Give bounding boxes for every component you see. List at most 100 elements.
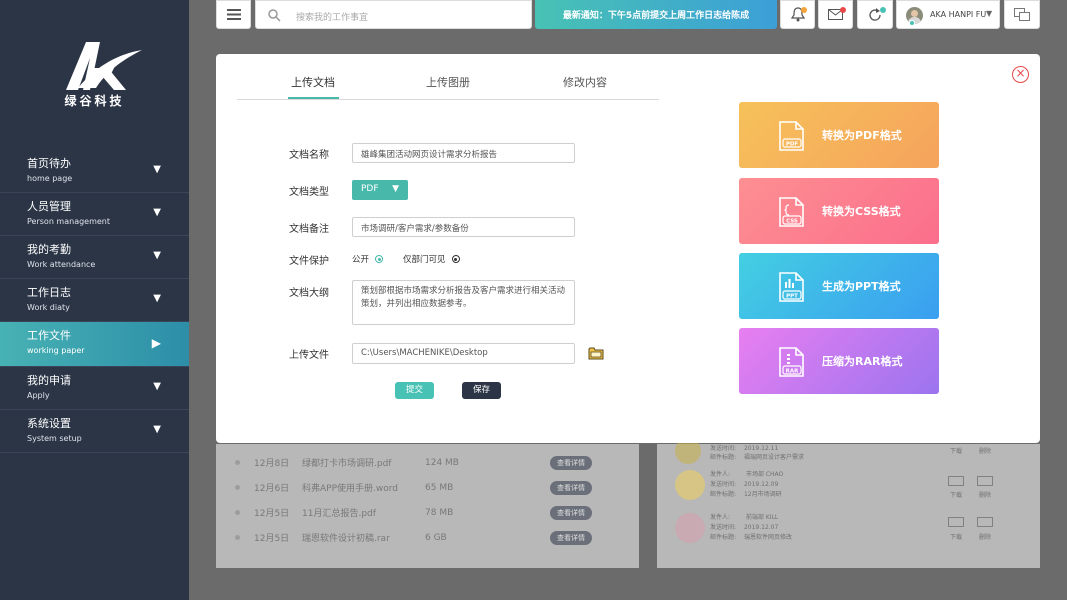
list-item: 12月6日 科弗APP使用手册.word 65 MB 查看详情 — [235, 475, 625, 500]
folder-icon[interactable] — [588, 346, 604, 360]
user-menu[interactable]: AKA HANPI FU ▼ — [896, 0, 1000, 29]
view-detail-button[interactable]: 查看详情 — [550, 505, 592, 520]
delete-button[interactable]: 删除 — [979, 532, 991, 541]
sidebar-item-working-paper[interactable]: 工作文件 working paper ▶ — [0, 322, 189, 367]
doc-name-input[interactable]: 雄峰集团活动网页设计需求分析报告 — [352, 143, 575, 163]
doc-note-input[interactable]: 市场调研/客户需求/参数备份 — [352, 217, 575, 237]
sidebar-item-label: 人员管理 — [27, 200, 71, 213]
chevron-down-icon: ▼ — [392, 184, 399, 194]
submit-button[interactable]: 提交 — [395, 382, 434, 399]
sidebar-item-sublabel: Apply — [27, 391, 50, 400]
view-detail-button[interactable]: 查看详情 — [550, 530, 592, 545]
convert-label: 生成为PPT格式 — [822, 280, 901, 293]
doc-note-label: 文档备注 — [289, 224, 329, 235]
view-detail-button[interactable]: 查看详情 — [550, 455, 592, 470]
sidebar-item-person[interactable]: 人员管理 Person management ▼ — [0, 193, 189, 236]
convert-label: 转换为CSS格式 — [822, 205, 901, 218]
tab-upload-document[interactable]: 上传文档 — [263, 74, 363, 90]
sidebar-item-diary[interactable]: 工作日志 Work diaty ▼ — [0, 279, 189, 322]
delete-button[interactable]: 删除 — [979, 446, 991, 455]
screen-switch-icon — [1014, 8, 1030, 21]
bullet-icon — [235, 510, 240, 515]
doc-type-select[interactable]: PDF ▼ — [352, 180, 408, 200]
ppt-file-icon: PPT — [779, 272, 804, 302]
upload-file-label: 上传文件 — [289, 350, 329, 361]
mail-title-label: 邮件标题: — [710, 454, 737, 461]
notice-banner[interactable]: 最新通知：下午5点前提交上周工作日志给陈成 — [535, 0, 777, 29]
mail-sender: 前端部 KILL — [745, 514, 779, 521]
search-box[interactable]: 搜索我的工作事宜 — [255, 0, 532, 29]
radio-public[interactable] — [375, 255, 384, 263]
doc-type-value: PDF — [361, 184, 379, 194]
refresh-badge — [880, 7, 886, 13]
compress-rar-button[interactable]: RAR 压缩为RAR格式 — [739, 328, 939, 394]
css-file-icon: CSS — [779, 197, 804, 227]
mail-sender: 市场部 CHAO — [745, 471, 784, 478]
convert-css-button[interactable]: CSS 转换为CSS格式 — [739, 178, 939, 244]
download-button[interactable]: 下载 — [950, 532, 962, 541]
upload-modal: 上传文档 上传图册 修改内容 × 文档名称 雄峰集团活动网页设计需求分析报告 文… — [216, 54, 1040, 443]
radio-department[interactable] — [451, 255, 460, 263]
search-icon — [268, 9, 281, 22]
sidebar-item-label: 工作日志 — [27, 286, 71, 299]
chevron-down-icon: ▼ — [153, 293, 161, 304]
sidebar-item-label: 工作文件 — [27, 329, 71, 342]
file-name: 科弗APP使用手册.word — [302, 484, 398, 494]
list-item: 12月5日 瑞恩软件设计初稿.rar 6 GB 查看详情 — [235, 525, 625, 550]
file-date: 12月6日 — [254, 484, 290, 494]
chevron-down-icon: ▼ — [986, 9, 993, 18]
file-protect-label: 文件保护 — [289, 256, 329, 267]
file-size: 6 GB — [425, 532, 447, 543]
generate-ppt-button[interactable]: PPT 生成为PPT格式 — [739, 253, 939, 319]
mail-time-label: 发送时间: — [710, 445, 737, 452]
file-name: 11月汇总报告.pdf — [302, 509, 376, 519]
close-icon[interactable]: × — [1012, 66, 1029, 83]
sidebar-item-attendance[interactable]: 我的考勤 Work attendance ▼ — [0, 236, 189, 279]
download-button[interactable]: 下载 — [950, 490, 962, 499]
upload-file-input[interactable]: C:\Users\MACHENIKE\Desktop — [352, 343, 575, 364]
sidebar-item-label: 首页待办 — [27, 157, 71, 170]
convert-label: 转换为PDF格式 — [822, 129, 902, 142]
menu-button[interactable] — [216, 0, 251, 29]
brand-name: 绿谷科技 — [64, 94, 125, 108]
file-date: 12月5日 — [254, 509, 290, 519]
refresh-button[interactable] — [857, 0, 893, 29]
tab-upload-album[interactable]: 上传图册 — [398, 74, 498, 90]
mail-time: 2019.12.11 — [743, 445, 779, 452]
delete-icon — [977, 517, 993, 527]
search-input[interactable]: 搜索我的工作事宜 — [296, 10, 368, 23]
view-detail-button[interactable]: 查看详情 — [550, 480, 592, 495]
download-button[interactable]: 下载 — [950, 446, 962, 455]
chevron-down-icon: ▼ — [153, 381, 161, 392]
mail-badge — [840, 7, 846, 13]
rar-file-icon: RAR — [779, 347, 804, 377]
bullet-icon — [235, 535, 240, 540]
user-name: AKA HANPI FU — [930, 10, 987, 19]
mail-time: 2019.12.07 — [743, 524, 779, 531]
mail-card: 发件人: 前端部 KILL 发送时间: 2019.12.07 邮件标题: 瑞恩软… — [673, 511, 1003, 556]
online-status-dot — [909, 20, 915, 26]
mail-button[interactable] — [818, 0, 853, 29]
mail-title: 12月市场调研 — [743, 491, 782, 498]
file-tag: RAR — [786, 369, 799, 375]
sidebar-item-setup[interactable]: 系统设置 System setup ▼ — [0, 410, 189, 453]
doc-outline-textarea[interactable]: 策划部根据市场需求分析报告及客户需求进行相关活动策划，并列出相应数据参考。 — [352, 280, 575, 325]
switch-screen-button[interactable] — [1004, 0, 1040, 29]
sidebar-item-home[interactable]: 首页待办 home page ▼ — [0, 150, 189, 193]
notification-button[interactable] — [780, 0, 815, 29]
download-icon — [948, 517, 964, 527]
file-protect-options: 公开 仅部门可见 — [352, 253, 480, 265]
tab-edit-content[interactable]: 修改内容 — [535, 74, 635, 90]
delete-button[interactable]: 删除 — [979, 490, 991, 499]
sidebar: 绿谷科技 首页待办 home page ▼ 人员管理 Person manage… — [0, 0, 189, 600]
avatar — [675, 513, 705, 543]
list-item: 12月5日 11月汇总报告.pdf 78 MB 查看详情 — [235, 500, 625, 525]
save-button[interactable]: 保存 — [462, 382, 501, 399]
sidebar-item-label: 我的申请 — [27, 374, 71, 387]
mail-time: 2019.12.09 — [743, 481, 779, 488]
mail-title-label: 邮件标题: — [710, 491, 737, 498]
sidebar-item-apply[interactable]: 我的申请 Apply ▼ — [0, 367, 189, 410]
mail-title: 瑞恩软件网页修改 — [743, 534, 792, 541]
file-name: 瑞恩软件设计初稿.rar — [302, 534, 390, 544]
convert-pdf-button[interactable]: PDF 转换为PDF格式 — [739, 102, 939, 168]
